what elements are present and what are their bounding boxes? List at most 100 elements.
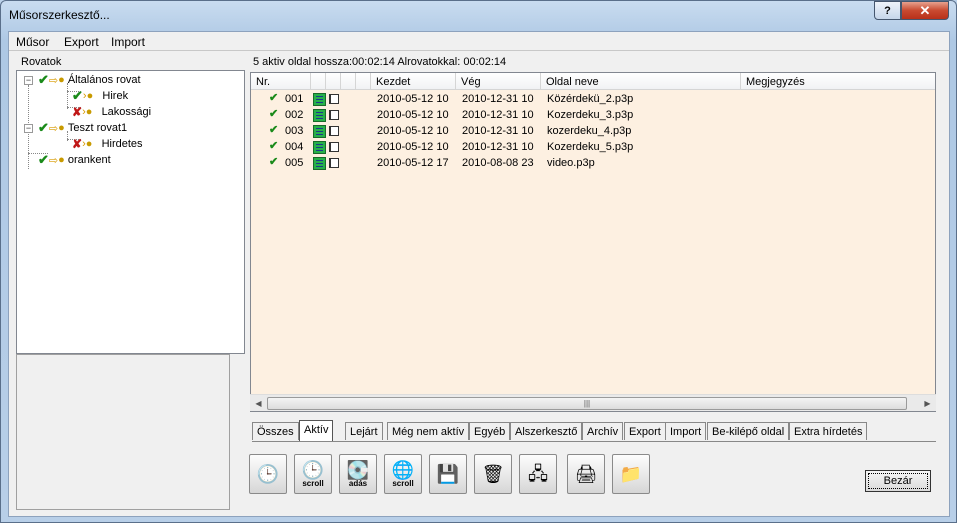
coins-icon: ●: [58, 154, 65, 166]
tree-node-teszt[interactable]: ✔ ⇨ ● Teszt rovat1: [38, 120, 127, 136]
column-header-kezdet[interactable]: Kezdet: [371, 73, 456, 90]
menu-import[interactable]: Import: [111, 35, 145, 49]
scroll-globe-button[interactable]: 🌐 scroll: [384, 454, 422, 494]
tree-node-altalanos[interactable]: ✔ ⇨ ● Általános rovat: [38, 72, 141, 88]
table-row[interactable]: ✔ 005 2010-05-12 17 2010-08-08 23 video.…: [251, 155, 935, 171]
preview-panel: [16, 354, 230, 510]
list-header: Nr. Kezdet Vég Oldal neve Megjegyzés: [251, 73, 935, 90]
check-icon: ✔: [269, 108, 279, 120]
row-veg: 2010-12-31 10: [462, 141, 534, 153]
row-oldal-neve: Közérdekü_2.p3p: [547, 93, 634, 105]
table-row[interactable]: ✔ 002 2010-05-12 10 2010-12-31 10 Kozerd…: [251, 107, 935, 123]
column-header-oldal-neve[interactable]: Oldal neve: [541, 73, 741, 90]
tab-alszerkeszto[interactable]: Alszerkesztő: [510, 422, 583, 440]
table-row[interactable]: ✔ 001 2010-05-12 10 2010-12-31 10 Közérd…: [251, 91, 935, 107]
tab-extra-hirdetes[interactable]: Extra hírdetés: [789, 422, 868, 440]
row-nr: 001: [285, 93, 304, 105]
coins-icon: ●: [58, 74, 65, 86]
column-header-nr[interactable]: Nr.: [251, 73, 311, 90]
tab-osszes[interactable]: Összes: [252, 422, 299, 440]
column-header-icon2[interactable]: [326, 73, 341, 90]
scroll-left-icon[interactable]: ◀: [250, 395, 267, 412]
row-nr: 005: [285, 157, 304, 169]
check-icon: ✔: [269, 156, 279, 168]
tab-import[interactable]: Import: [665, 422, 707, 440]
window-close-button[interactable]: ✕: [901, 1, 949, 20]
tree-node-label: Teszt rovat1: [67, 122, 128, 134]
row-veg: 2010-08-08 23: [462, 157, 534, 169]
menu-bar: Műsor Export Import: [9, 32, 949, 51]
window-title: Műsorszerkesztő...: [9, 8, 110, 22]
coins-icon: ●: [86, 90, 94, 102]
tab-be-kilepo-oldal[interactable]: Be-kilépő oldal: [707, 422, 790, 440]
tree-node-hirek[interactable]: ✔ › ● Hirek: [72, 88, 128, 104]
column-header-megjegyzes[interactable]: Megjegyzés: [741, 73, 935, 90]
print-button[interactable]: 🖨: [567, 454, 605, 494]
tab-egyeb[interactable]: Egyéb: [469, 422, 511, 440]
folder-icon: 📁: [619, 464, 643, 484]
row-kezdet: 2010-05-12 10: [377, 93, 449, 105]
row-oldal-neve: kozerdeku_4.p3p: [547, 125, 632, 137]
flag-icon: [329, 126, 339, 136]
tab-export[interactable]: Export: [624, 422, 666, 440]
tree-node-label: Lakossági: [101, 106, 152, 118]
tree-node-lakossagi[interactable]: ✘ › ● Lakossági: [72, 104, 151, 120]
bezar-button[interactable]: Bezár: [865, 470, 931, 492]
clock-video-button[interactable]: 🕒: [249, 454, 287, 494]
flag-icon: [329, 110, 339, 120]
coins-icon: ●: [85, 138, 93, 150]
table-row[interactable]: ✔ 004 2010-05-12 10 2010-12-31 10 Kozerd…: [251, 139, 935, 155]
folder-button[interactable]: 📁: [612, 454, 650, 494]
table-row[interactable]: ✔ 003 2010-05-12 10 2010-12-31 10 kozerd…: [251, 123, 935, 139]
column-header-icon4[interactable]: [356, 73, 371, 90]
tab-aktiv[interactable]: Aktív: [299, 420, 334, 441]
category-tree[interactable]: − ✔ ⇨ ● Általános rovat ✔ › ● Hirek ✘ › …: [16, 70, 245, 354]
save-button[interactable]: 💾: [429, 454, 467, 494]
flag-icon: [329, 142, 339, 152]
tab-lejart[interactable]: Lejárt: [345, 422, 383, 440]
menu-export[interactable]: Export: [64, 35, 99, 49]
broadcast-disk-button[interactable]: 💽 adás: [339, 454, 377, 494]
check-icon: ✔: [269, 140, 279, 152]
row-nr: 003: [285, 125, 304, 137]
tab-meg-nem-aktiv[interactable]: Még nem aktív: [387, 422, 470, 440]
row-oldal-neve: Kozerdeku_5.p3p: [547, 141, 634, 153]
tab-archiv[interactable]: Archív: [582, 422, 624, 440]
clock-scroll-button[interactable]: 🕒 scroll: [294, 454, 332, 494]
help-button[interactable]: ?: [874, 1, 901, 20]
tree-label: Rovatok: [21, 56, 62, 68]
row-veg: 2010-12-31 10: [462, 125, 534, 137]
expand-toggle-icon[interactable]: −: [24, 76, 33, 85]
expand-toggle-icon[interactable]: −: [24, 124, 33, 133]
page-document-icon: [313, 141, 326, 154]
cross-icon: ✘: [72, 137, 83, 151]
network-button[interactable]: 🖧: [519, 454, 557, 494]
row-oldal-neve: video.p3p: [547, 157, 595, 169]
tree-node-hirdetes[interactable]: ✘ › ● Hirdetes: [72, 136, 143, 152]
column-header-icon3[interactable]: [341, 73, 356, 90]
check-icon: ✔: [72, 88, 83, 103]
page-document-icon: [313, 157, 326, 170]
title-bar: Műsorszerkesztő... ? ✕: [1, 1, 956, 29]
row-nr: 004: [285, 141, 304, 153]
horizontal-scrollbar[interactable]: ◀ ||| ▶: [250, 394, 936, 411]
scrollbar-thumb[interactable]: |||: [267, 397, 907, 410]
clock-icon: 🕒: [301, 460, 325, 480]
delete-button[interactable]: 🗑: [474, 454, 512, 494]
row-oldal-neve: Kozerdeku_3.p3p: [547, 109, 634, 121]
column-header-icon1[interactable]: [311, 73, 326, 90]
cursor-arrow-icon: ⇨: [48, 74, 59, 87]
pages-list[interactable]: Nr. Kezdet Vég Oldal neve Megjegyzés ✔ 0…: [250, 72, 936, 412]
coins-icon: ●: [58, 122, 65, 134]
page-document-icon: [313, 125, 326, 138]
page-document-icon: [313, 93, 326, 106]
row-veg: 2010-12-31 10: [462, 93, 534, 105]
row-nr: 002: [285, 109, 304, 121]
tree-node-orankent[interactable]: ✔ ⇨ ● orankent: [38, 152, 111, 168]
scroll-right-icon[interactable]: ▶: [919, 395, 936, 412]
column-header-veg[interactable]: Vég: [456, 73, 541, 90]
tree-node-label: orankent: [67, 154, 111, 166]
menu-musor[interactable]: Műsor: [16, 35, 49, 49]
coins-icon: ●: [85, 106, 93, 118]
page-document-icon: [313, 109, 326, 122]
